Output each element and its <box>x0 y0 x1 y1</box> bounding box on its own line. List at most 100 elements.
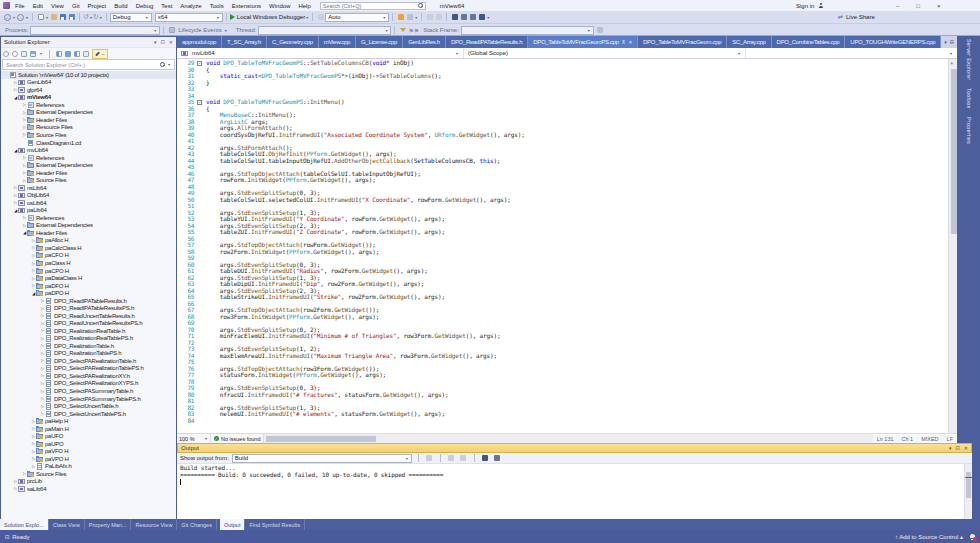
editor-tab[interactable]: DPO_ReadIPATableResults.h <box>446 36 528 48</box>
tree-item[interactable]: ▷References <box>1 154 176 162</box>
attach-icon[interactable] <box>398 14 404 20</box>
menu-tools[interactable]: Tools <box>210 3 224 9</box>
tree-item[interactable]: ▷paCalcClass H <box>1 244 176 252</box>
side-tab-server-explorer[interactable]: Server Explorer <box>966 39 972 80</box>
output-pin-icon[interactable]: ⊡ <box>956 445 960 451</box>
tree-item[interactable]: ▷glpr64 <box>1 86 176 94</box>
tree-item[interactable]: ▷paDataClass H <box>1 274 176 282</box>
pin-icon[interactable]: ⊡ <box>161 39 165 45</box>
tree-item[interactable]: ▷paAlloc H <box>1 237 176 245</box>
editor-vscroll-thumb[interactable] <box>951 69 957 234</box>
tree-item[interactable]: Solution 'mView64' (10 of 10 projects) <box>1 71 176 79</box>
scrollbar-up-icon[interactable]: ▲ <box>951 60 953 65</box>
tree-item[interactable]: ▷Source Files <box>1 131 176 139</box>
menu-help[interactable]: Help <box>298 3 310 9</box>
tree-item[interactable]: ▷osLib64 <box>1 199 176 207</box>
tree-item[interactable]: ▷DPO_ReadIPATableResultsPS.h <box>1 304 176 312</box>
menu-analyze[interactable]: Analyze <box>180 3 201 9</box>
tree-item[interactable]: ▷Resource Files <box>1 124 176 132</box>
editor-tab[interactable]: C_Geometry.cpp <box>267 36 319 48</box>
menu-debug[interactable]: Debug <box>136 3 154 9</box>
output-scrollbar[interactable] <box>964 464 972 519</box>
collapse-all-icon[interactable] <box>74 51 80 57</box>
navigate-forward-icon[interactable]: → <box>17 14 24 21</box>
step-into-icon[interactable] <box>436 14 442 20</box>
tree-item[interactable]: ▷Source Files <box>1 176 176 184</box>
editor-tab[interactable]: DPO_TableToMVFracGeom.cpp <box>638 36 727 48</box>
tree-item[interactable]: ◢paLib64 <box>1 207 176 215</box>
menu-project[interactable]: Project <box>88 3 107 9</box>
editor-tab[interactable]: T_SC_Array.h <box>222 36 267 48</box>
editor-tab[interactable]: mView.cpp <box>319 36 356 48</box>
menu-window[interactable]: Window <box>269 3 290 9</box>
prev-message-icon[interactable] <box>448 455 454 461</box>
editor-zoom-dropdown[interactable]: 100 %▾ <box>177 434 211 443</box>
window-position-icon[interactable]: ▾ <box>154 39 157 45</box>
navigate-back-icon[interactable]: ← <box>4 14 11 21</box>
editor-tab[interactable]: GenLibRes.h <box>403 36 446 48</box>
undo-icon[interactable]: ↺ <box>83 13 89 21</box>
tree-item[interactable]: ▷DPO_RealizationRealTable.h <box>1 327 176 335</box>
lifecycle-events-label[interactable]: Lifecycle Events <box>178 27 221 33</box>
output-text-area[interactable]: Build started...========== Build: 0 succ… <box>177 464 972 519</box>
debug-toolbar-icon[interactable] <box>597 27 603 33</box>
close-panel-icon[interactable]: ✕ <box>169 39 173 45</box>
find-message-icon[interactable] <box>426 455 432 461</box>
tree-item[interactable]: ◢paDPO H <box>1 289 176 297</box>
sign-in-link[interactable]: Sign in <box>796 3 814 9</box>
tree-item[interactable]: ▷DPO_SelectPASummaryTable.h <box>1 387 176 395</box>
editor-vertical-scrollbar[interactable]: ▲ <box>948 59 957 433</box>
tree-item[interactable]: ▷DPO_SelectPARealizationTablePS.h <box>1 365 176 373</box>
tree-item[interactable]: ▷DPO_SelectUncertTable.h <box>1 402 176 410</box>
collapse-icon[interactable]: − <box>197 61 202 66</box>
step-over-icon[interactable] <box>427 14 433 20</box>
menu-view[interactable]: View <box>51 3 64 9</box>
menu-git[interactable]: Git <box>72 3 80 9</box>
tree-item[interactable]: ▷References <box>1 101 176 109</box>
tree-item[interactable]: ▷DPO_SelectUncertTablePS.h <box>1 410 176 418</box>
thread-dropdown[interactable]: ▾ <box>258 26 391 35</box>
quick-search-box[interactable]: Search (Ctrl+Q) <box>320 2 426 10</box>
output-window-position-icon[interactable]: ▾ <box>949 445 952 451</box>
open-file-icon[interactable] <box>51 14 57 20</box>
se-forward-icon[interactable] <box>12 51 18 57</box>
restore-layout-icon[interactable]: ⊡ <box>5 534 9 540</box>
show-all-files-icon[interactable] <box>83 51 89 57</box>
pending-changes-filter-icon[interactable] <box>56 51 62 57</box>
watch-dropdown[interactable]: Auto▾ <box>325 13 389 22</box>
menu-test[interactable]: Test <box>161 3 172 9</box>
toolbar-icon-4[interactable] <box>479 14 485 20</box>
tree-item[interactable]: ▷DPO_RealizationTable.h <box>1 342 176 350</box>
clear-all-icon[interactable] <box>482 455 488 461</box>
editor-tab[interactable]: UPO_TOUGHWriteGENERPS.cpp <box>845 36 941 48</box>
tree-item[interactable]: ▷paCFO H <box>1 252 176 260</box>
tree-item[interactable]: ▷paMain H <box>1 425 176 433</box>
tree-item[interactable]: ▷paClass H <box>1 259 176 267</box>
tree-item[interactable]: ▷saLib64 <box>1 485 176 493</box>
output-title-bar[interactable]: Output ▾ ⊡ ✕ <box>177 443 972 453</box>
next-message-icon[interactable] <box>460 455 466 461</box>
new-file-icon[interactable] <box>38 14 44 20</box>
menu-file[interactable]: File <box>15 3 25 9</box>
editor-tab[interactable]: SC_Array.cpp <box>727 36 771 48</box>
tree-item[interactable]: ▷DPO_ReadUncertTableResultsPS.h <box>1 319 176 327</box>
close-button[interactable]: × <box>937 3 941 9</box>
tree-item[interactable]: ▷prcLib <box>1 478 176 486</box>
properties-tool-highlight[interactable]: − <box>92 49 108 59</box>
tree-item[interactable]: ▷paVFO H <box>1 448 176 456</box>
close-tab-icon[interactable]: ✕ <box>628 39 632 45</box>
notifications-bell-icon[interactable] <box>969 533 975 540</box>
output-close-icon[interactable]: ✕ <box>964 445 968 451</box>
tree-item[interactable]: ◢mvLib64 <box>1 146 176 154</box>
editor-tab[interactable]: G_License.cpp <box>356 36 403 48</box>
minimize-button[interactable]: – <box>896 3 899 9</box>
toolbar-icon-3[interactable] <box>470 14 476 20</box>
live-share-button[interactable]: Live Share <box>846 14 875 20</box>
tree-item[interactable]: ▷paHelp H <box>1 417 176 425</box>
tree-item[interactable]: ▷PaLibAfx.h <box>1 463 176 471</box>
add-to-source-control[interactable]: ↑ Add to Source Control ▴ <box>895 533 963 540</box>
panel-tab[interactable]: Property Man... <box>85 519 132 530</box>
breadcrumb-project-dropdown[interactable]: mvLib64 ▾ <box>177 48 463 58</box>
issues-indicator[interactable]: ✓ No issues found <box>211 434 264 443</box>
tree-item[interactable]: ▷DPO_SelectPARealizationTable.h <box>1 357 176 365</box>
